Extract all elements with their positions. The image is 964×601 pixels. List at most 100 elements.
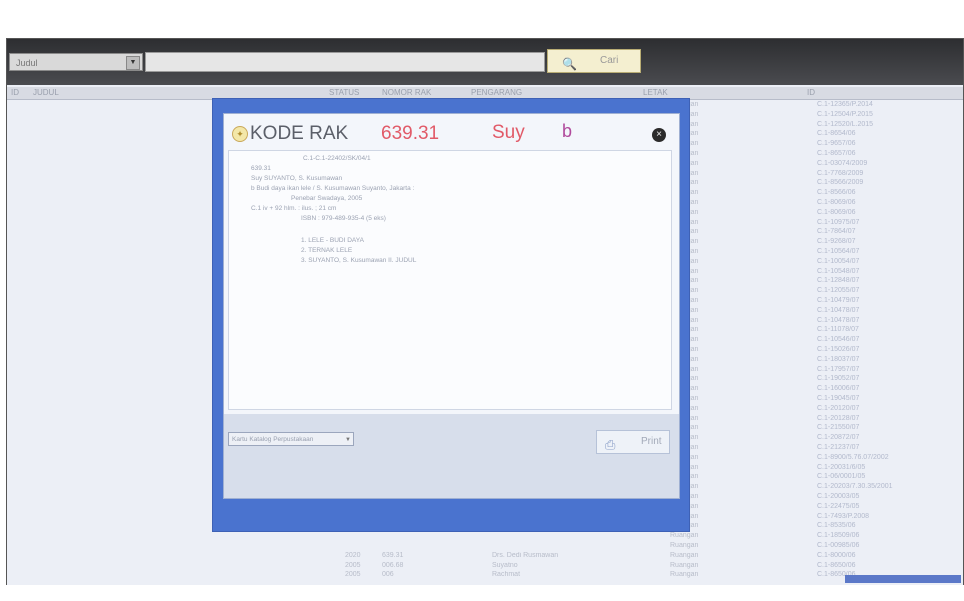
row-id: C.1-20203/7.30.35/2001 bbox=[817, 483, 893, 491]
col-header-id[interactable]: ID bbox=[11, 88, 19, 97]
row-id: C.1-8069/06 bbox=[817, 208, 856, 216]
row-letak: Ruangan bbox=[670, 532, 699, 540]
col-header-pengarang[interactable]: PENGARANG bbox=[471, 88, 522, 97]
row-id: C.1-06/0001/05 bbox=[817, 473, 866, 481]
row-nomor-rak: 006.68 bbox=[382, 561, 404, 569]
row-id: C.1-8650/06 bbox=[817, 561, 856, 569]
row-id: C.1-7768/2009 bbox=[817, 169, 864, 177]
chevron-down-icon: ▼ bbox=[345, 437, 351, 443]
row-id: C.1-20003/05 bbox=[817, 493, 860, 500]
table-row[interactable]: Ruangan C.1-18509/06 bbox=[7, 532, 963, 541]
row-id: C.1-8069/06 bbox=[817, 199, 856, 206]
search-input[interactable] bbox=[145, 52, 545, 72]
col-header-nomor-rak[interactable]: NOMOR RAK bbox=[382, 88, 431, 97]
close-icon[interactable]: × bbox=[652, 128, 666, 142]
dialog-title: KODE RAK bbox=[250, 123, 349, 144]
row-id: C.1-03074/2009 bbox=[817, 159, 868, 167]
row-id: C.1-19045/07 bbox=[817, 395, 860, 402]
kode-rak-suffix: b bbox=[562, 121, 573, 141]
dialog-header: ✦ KODE RAK 639.31 Suy b × bbox=[224, 114, 679, 148]
print-format-value: Kartu Katalog Perpustakaan bbox=[232, 436, 314, 443]
row-id: C.1-8654/06 bbox=[817, 130, 856, 138]
row-id: C.1-20872/07 bbox=[817, 434, 860, 442]
col-header-status[interactable]: STATUS bbox=[329, 88, 359, 97]
kode-rak-dialog-frame: ✦ KODE RAK 639.31 Suy b × C.1-C.1-22402/… bbox=[212, 98, 690, 532]
record-line: Suy SUYANTO, S. Kusumawan bbox=[251, 175, 343, 182]
chevron-down-icon: ▼ bbox=[126, 56, 140, 70]
row-id: C.1-16006/07 bbox=[817, 385, 860, 393]
row-id: C.1-18037/07 bbox=[817, 355, 860, 363]
search-icon: 🔍 bbox=[562, 57, 577, 71]
row-letak: Ruangan bbox=[670, 571, 699, 579]
row-pengarang: Drs. Dedi Rusmawan bbox=[492, 551, 559, 559]
table-row[interactable]: Ruangan C.1-00985/06 bbox=[7, 542, 963, 551]
record-line: 2. TERNAK LELE bbox=[301, 247, 353, 254]
row-id: C.1-12848/07 bbox=[817, 277, 860, 285]
row-id: C.1-12504/P.2015 bbox=[817, 110, 873, 118]
row-id: C.1-8900/5.76.07/2002 bbox=[817, 453, 889, 461]
book-icon: ✦ bbox=[232, 126, 248, 142]
row-status: 2005 bbox=[345, 571, 361, 579]
col-header-letak[interactable]: LETAK bbox=[643, 88, 668, 97]
row-letak: Ruangan bbox=[670, 561, 699, 569]
row-status: 2005 bbox=[345, 561, 361, 569]
search-toolbar: Judul ▼ 🔍 Cari bbox=[7, 39, 963, 85]
kode-rak-number: 639.31 bbox=[381, 123, 440, 144]
row-id: C.1-21237/07 bbox=[817, 444, 860, 451]
row-id: C.1-12520/L.2015 bbox=[817, 120, 874, 128]
row-letak: Ruangan bbox=[670, 542, 699, 549]
row-id: C.1-21550/07 bbox=[817, 424, 860, 432]
table-row[interactable]: 2005 006 Rachmat Ruangan C.1-8650/06 bbox=[7, 571, 963, 580]
row-id: C.1-10478/07 bbox=[817, 316, 860, 324]
row-id: C.1-8000/06 bbox=[817, 551, 856, 559]
row-id: C.1-8535/06 bbox=[817, 522, 856, 530]
row-id: C.1-8657/06 bbox=[817, 150, 856, 157]
row-letak: Ruangan bbox=[670, 551, 699, 559]
row-id: C.1-19052/07 bbox=[817, 375, 860, 383]
dialog-footer: Kartu Katalog Perpustakaan ▼ ⎙ Print bbox=[224, 414, 679, 498]
kode-rak-dialog: ✦ KODE RAK 639.31 Suy b × C.1-C.1-22402/… bbox=[223, 113, 680, 499]
row-id: C.1-17957/07 bbox=[817, 365, 860, 373]
catalog-record: C.1-C.1-22402/SK/04/1 639.31 Suy SUYANTO… bbox=[228, 150, 672, 410]
record-line: 639.31 bbox=[251, 165, 271, 172]
row-id: C.1-10548/07 bbox=[817, 267, 860, 275]
search-button[interactable]: 🔍 Cari bbox=[547, 49, 641, 73]
row-nomor-rak: 006 bbox=[382, 571, 394, 579]
row-id: C.1-8566/2009 bbox=[817, 179, 864, 187]
print-button[interactable]: ⎙ Print bbox=[596, 430, 670, 454]
record-line: C.1-C.1-22402/SK/04/1 bbox=[303, 155, 371, 162]
row-id: C.1-20031/6/05 bbox=[817, 463, 866, 471]
col-header-id2[interactable]: ID bbox=[807, 88, 815, 97]
row-id: C.1-7864/07 bbox=[817, 228, 856, 236]
record-line: C.1 iv + 92 hlm. : ilus. ; 21 cm bbox=[251, 205, 337, 212]
row-id: C.1-10546/07 bbox=[817, 336, 860, 344]
row-id: C.1-10975/07 bbox=[817, 218, 860, 226]
kode-rak-author: Suy bbox=[492, 122, 525, 143]
print-format-select[interactable]: Kartu Katalog Perpustakaan ▼ bbox=[228, 432, 354, 446]
row-id: C.1-20120/07 bbox=[817, 404, 860, 412]
print-button-label: Print bbox=[641, 436, 662, 447]
search-category-select[interactable]: Judul ▼ bbox=[9, 53, 143, 71]
page-margin bbox=[0, 585, 964, 601]
row-pengarang: Rachmat bbox=[492, 571, 521, 579]
row-id: C.1-12055/07 bbox=[817, 287, 860, 295]
search-category-value: Judul bbox=[16, 58, 38, 68]
search-button-label: Cari bbox=[600, 55, 619, 66]
row-id: C.1-15026/07 bbox=[817, 346, 860, 353]
row-status: 2020 bbox=[345, 551, 361, 559]
col-header-judul[interactable]: JUDUL bbox=[33, 88, 59, 97]
record-line: b Budi daya ikan lele / S. Kusumawan Suy… bbox=[251, 185, 415, 192]
row-id: C.1-20128/07 bbox=[817, 414, 860, 422]
row-id: C.1-7493/P.2008 bbox=[817, 512, 870, 520]
row-id: C.1-10478/07 bbox=[817, 306, 860, 314]
row-id: C.1-9657/06 bbox=[817, 140, 856, 148]
scrollbar[interactable] bbox=[845, 575, 961, 583]
record-line: ISBN : 979-489-935-4 (5 eks) bbox=[301, 215, 386, 222]
row-id: C.1-22475/05 bbox=[817, 502, 860, 510]
table-row[interactable]: 2005 006.68 Suyatno Ruangan C.1-8650/06 bbox=[7, 562, 963, 571]
row-nomor-rak: 639.31 bbox=[382, 551, 404, 559]
record-line: Penebar Swadaya, 2005 bbox=[291, 195, 363, 202]
row-id: C.1-10054/07 bbox=[817, 257, 860, 265]
row-id: C.1-11078/07 bbox=[817, 326, 859, 334]
table-row[interactable]: 2020 639.31 Drs. Dedi Rusmawan Ruangan C.1-8… bbox=[7, 552, 963, 561]
